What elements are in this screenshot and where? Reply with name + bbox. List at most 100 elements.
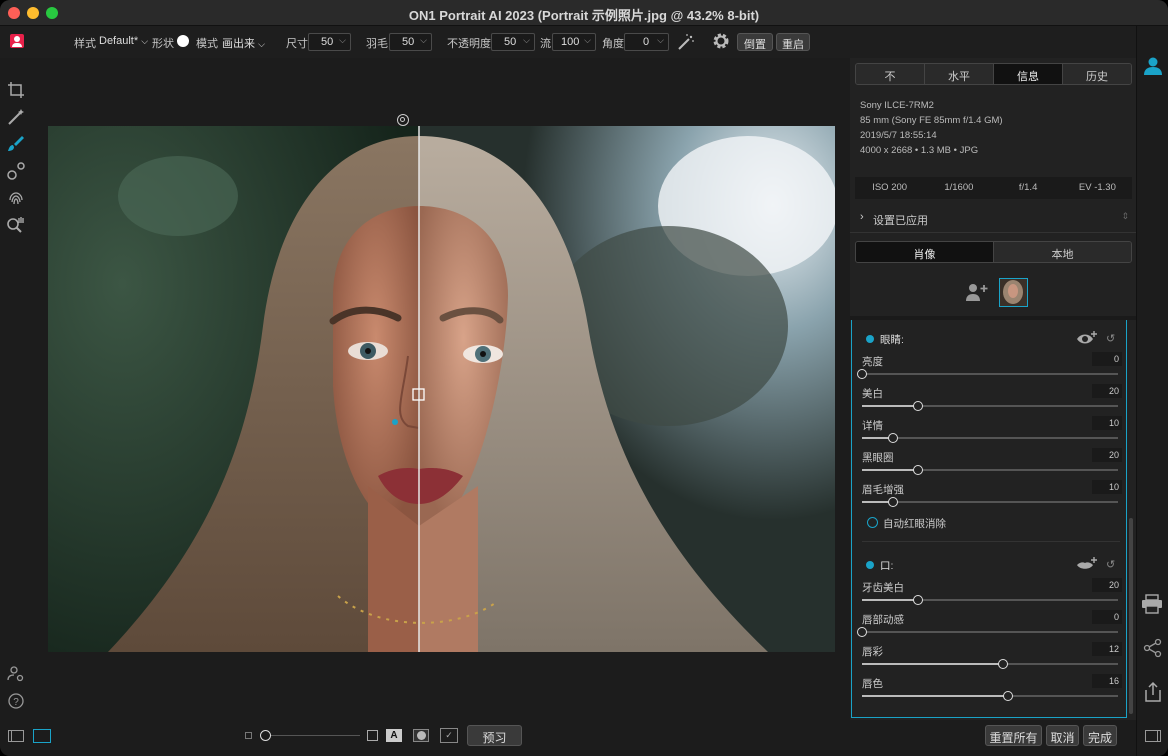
add-face-icon[interactable]	[965, 282, 989, 302]
cancel-button[interactable]: 取消	[1046, 725, 1079, 746]
slider-knob[interactable]	[997, 659, 1008, 669]
eyes-slider-value[interactable]: 10	[1092, 416, 1122, 430]
tab-local[interactable]: 本地	[994, 242, 1131, 262]
slider-fill	[862, 405, 919, 407]
eyes-enabled-dot[interactable]	[866, 335, 874, 343]
app-logo-icon	[10, 34, 24, 48]
slider-knob[interactable]	[913, 465, 924, 475]
lips-add-icon[interactable]	[1076, 556, 1098, 572]
preview-button[interactable]: 预习	[467, 725, 522, 746]
lens-info: 85 mm (Sony FE 85mm f/1.4 GM)	[860, 115, 1003, 126]
mouth-slider-track[interactable]	[862, 595, 1118, 605]
tab-info[interactable]: 信息	[994, 64, 1063, 84]
print-icon[interactable]	[1141, 594, 1163, 614]
zoom-in-icon[interactable]	[367, 730, 378, 741]
mode-label: 模式	[196, 38, 218, 50]
slider-knob[interactable]	[1002, 691, 1013, 701]
mouth-slider-value[interactable]: 0	[1092, 610, 1122, 624]
tab-portrait[interactable]: 肖像	[856, 242, 994, 262]
user-account-icon[interactable]	[1143, 56, 1163, 76]
mouth-slider-track[interactable]	[862, 659, 1118, 669]
settings-applied-label: 设置已应用	[873, 215, 928, 227]
settings-applied-row[interactable]: › 设置已应用 ⇕	[855, 208, 1132, 228]
help-icon[interactable]: ?	[6, 691, 26, 711]
toggle-left-panel-icon[interactable]	[8, 730, 24, 742]
iso-value: ISO 200	[872, 182, 908, 193]
shape-label: 形状	[152, 38, 174, 50]
mouth-slider-track[interactable]	[862, 691, 1118, 701]
magic-wand-icon[interactable]	[676, 32, 696, 52]
slider-knob[interactable]	[913, 595, 924, 605]
style-value: Default*	[99, 35, 139, 47]
slider-knob[interactable]	[913, 401, 924, 411]
export-icon[interactable]	[1143, 681, 1163, 703]
eyes-section: 眼睛: ↺ 亮度 0 美白 20 详情 10 黑眼圈 20 眉毛增强 10 自动红眼消除	[852, 330, 1126, 550]
chevron-down-icon: ⌵	[584, 35, 591, 45]
mode-dropdown[interactable]: 画出来 ⌵	[222, 35, 265, 51]
chevron-down-icon: ⌵	[339, 35, 346, 45]
portrait-brush-icon[interactable]	[6, 134, 26, 154]
done-button[interactable]: 完成	[1083, 725, 1117, 746]
eyes-slider-value[interactable]: 10	[1092, 480, 1122, 494]
portrait-photo[interactable]	[48, 126, 835, 652]
eyes-slider-track[interactable]	[862, 497, 1118, 507]
share-icon[interactable]	[1143, 638, 1163, 658]
mouth-slider-value[interactable]: 12	[1092, 642, 1122, 656]
face-thumbnail[interactable]	[999, 278, 1028, 307]
zoom-out-icon[interactable]	[245, 732, 252, 739]
mouth-reset-icon[interactable]: ↺	[1106, 558, 1115, 571]
toggle-right-panel-icon[interactable]	[1145, 730, 1161, 742]
mouth-slider-value[interactable]: 16	[1092, 674, 1122, 688]
split-view-handle-icon[interactable]	[397, 114, 409, 126]
crop-icon[interactable]	[6, 80, 26, 100]
flow-input[interactable]: 100 ⌵	[552, 33, 596, 51]
capture-date: 2019/5/7 18:55:14	[860, 130, 937, 141]
tab-levels[interactable]: 水平	[925, 64, 994, 84]
reset-button[interactable]: 重启	[776, 33, 810, 51]
eyes-slider-track[interactable]	[862, 465, 1118, 475]
eyes-slider-label: 眉毛增强	[862, 484, 904, 496]
eyes-slider-track[interactable]	[862, 433, 1118, 443]
mouth-enabled-dot[interactable]	[866, 561, 874, 569]
mouth-slider-label: 唇色	[862, 678, 883, 690]
gear-icon[interactable]	[711, 31, 731, 51]
slider-knob[interactable]	[887, 497, 898, 507]
text-overlay-icon[interactable]: A	[386, 729, 402, 742]
eyes-slider-value[interactable]: 0	[1092, 352, 1122, 366]
slider-knob[interactable]	[887, 433, 898, 443]
slider-knob[interactable]	[857, 627, 867, 637]
mouth-slider-value[interactable]: 20	[1092, 578, 1122, 592]
brush-shape-button[interactable]	[177, 35, 189, 47]
eyes-slider-track[interactable]	[857, 369, 1118, 379]
eyes-slider-value[interactable]: 20	[1092, 384, 1122, 398]
tab-none[interactable]: 不	[856, 64, 925, 84]
size-input[interactable]: 50 ⌵	[308, 33, 351, 51]
style-dropdown[interactable]: Default* ⌵	[99, 35, 148, 47]
mode-tabs: 肖像 本地	[855, 241, 1132, 263]
zoom-slider[interactable]	[260, 730, 360, 741]
single-view-icon[interactable]	[33, 729, 51, 743]
tab-history[interactable]: 历史	[1063, 64, 1131, 84]
zoom-hand-icon[interactable]	[6, 215, 26, 235]
reset-all-button[interactable]: 重置所有	[985, 725, 1042, 746]
invert-button[interactable]: 倒置	[737, 33, 773, 51]
eye-add-icon[interactable]	[1076, 330, 1098, 346]
eyes-reset-icon[interactable]: ↺	[1106, 332, 1115, 345]
auto-redeye-checkbox[interactable]	[867, 517, 878, 528]
mouth-slider-label: 唇彩	[862, 646, 883, 658]
mask-view-icon[interactable]	[413, 729, 429, 742]
fingerprint-icon[interactable]	[6, 188, 26, 208]
angle-input[interactable]: 0 ⌵	[624, 33, 669, 51]
retouch-brush-icon[interactable]	[6, 107, 26, 127]
zoom-slider-knob[interactable]	[260, 730, 271, 741]
clone-stamp-icon[interactable]	[6, 161, 26, 181]
feather-input[interactable]: 50 ⌵	[389, 33, 432, 51]
slider-knob[interactable]	[857, 369, 867, 379]
panel-scrollbar[interactable]	[1129, 518, 1133, 714]
mouth-slider-track[interactable]	[857, 627, 1118, 637]
overlay-view-icon[interactable]: ✓	[440, 728, 458, 743]
eyes-slider-value[interactable]: 20	[1092, 448, 1122, 462]
opacity-input[interactable]: 50 ⌵	[491, 33, 535, 51]
eyes-slider-track[interactable]	[862, 401, 1118, 411]
user-settings-icon[interactable]	[6, 664, 26, 684]
